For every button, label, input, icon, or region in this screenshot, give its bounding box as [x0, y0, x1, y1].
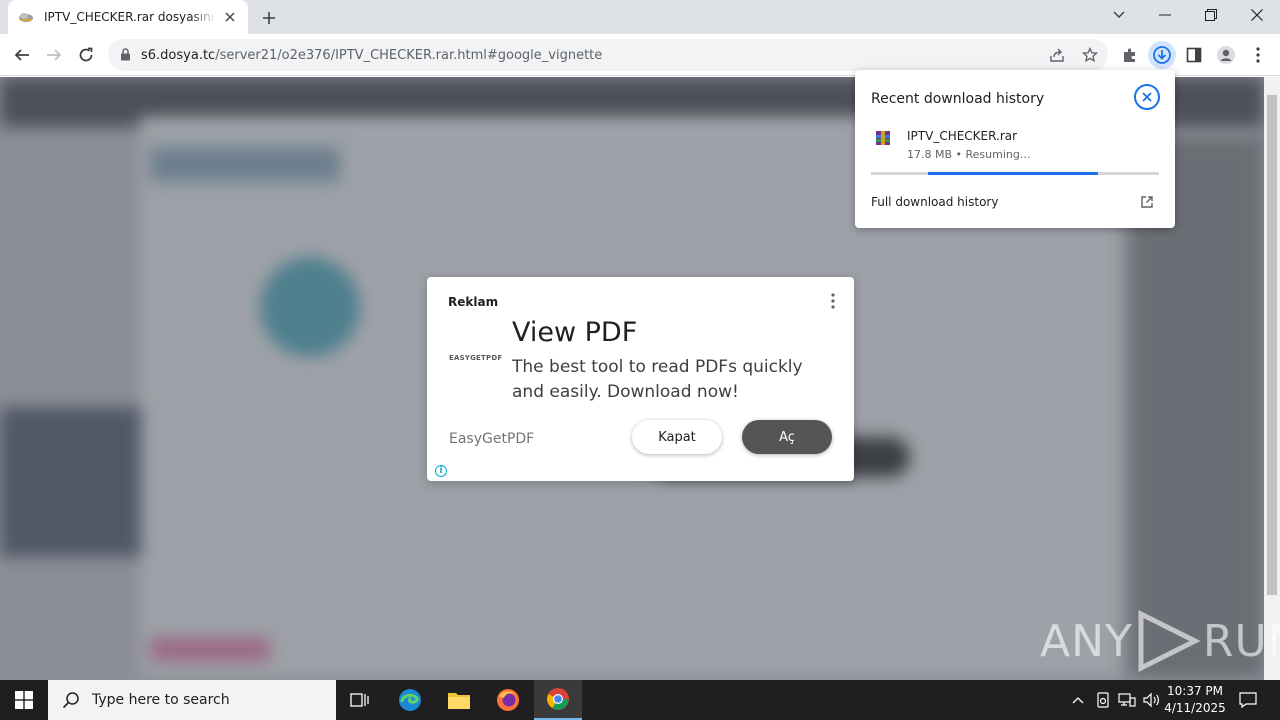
url-host: s6.dosya.tc [141, 47, 216, 63]
tray-device-icon[interactable] [1093, 680, 1113, 720]
taskbar-search-box[interactable]: Type here to search [48, 680, 336, 720]
tab-close-icon[interactable] [222, 9, 238, 25]
download-status: 17.8 MB • Resuming... [907, 148, 1031, 161]
clock-time: 10:37 PM [1167, 684, 1223, 698]
download-bubble: Recent download history IPTV_CHECKER.rar… [855, 70, 1175, 228]
blurred-footer-badge [150, 637, 270, 662]
scrollbar-thumb[interactable] [1267, 95, 1277, 595]
volume-icon[interactable] [1140, 680, 1162, 720]
reload-button[interactable] [72, 41, 100, 69]
clock-date: 4/11/2025 [1164, 701, 1226, 715]
downloads-button[interactable] [1148, 41, 1176, 69]
start-windows-icon[interactable] [0, 680, 48, 720]
anyrun-watermark: ANY RUN [1040, 610, 1280, 672]
ad-advertiser[interactable]: EasyGetPDF [449, 431, 534, 447]
download-bubble-close-icon[interactable] [1134, 84, 1160, 110]
ad-open-button[interactable]: Aç [742, 420, 832, 454]
extensions-puzzle-icon[interactable] [1116, 41, 1144, 69]
file-explorer-icon[interactable] [435, 680, 483, 720]
download-bubble-title: Recent download history [871, 91, 1045, 107]
rar-file-icon [875, 130, 891, 146]
close-window-button[interactable] [1234, 0, 1280, 30]
share-icon[interactable] [1046, 44, 1068, 66]
url-path: /server21/o2e376/IPTV_CHECKER.rar.html#g… [215, 47, 603, 63]
tab-title: IPTV_CHECKER.rar dosyasını indir [44, 10, 216, 24]
download-progress-fill [928, 172, 1098, 175]
chrome-icon[interactable] [534, 680, 582, 720]
open-external-icon[interactable] [1140, 194, 1154, 208]
profile-avatar-icon[interactable] [1212, 41, 1240, 69]
watermark-left-text: ANY [1040, 615, 1133, 667]
tab-strip: IPTV_CHECKER.rar dosyasını indir [0, 0, 1280, 34]
ad-label: Reklam [448, 295, 499, 309]
tab-active[interactable]: IPTV_CHECKER.rar dosyasını indir [8, 0, 248, 34]
tab-search-chevron-icon[interactable] [1096, 0, 1142, 30]
task-view-icon[interactable] [336, 680, 384, 720]
blurred-file-icon [260, 257, 360, 357]
back-button[interactable] [8, 41, 36, 69]
watermark-right-text: RUN [1202, 615, 1280, 667]
taskbar-search-placeholder: Type here to search [92, 692, 230, 708]
new-tab-button[interactable] [258, 7, 280, 29]
forward-button[interactable] [40, 41, 68, 69]
ad-logo[interactable]: EASYGETPDF [449, 354, 502, 362]
full-download-history-link[interactable]: Full download history [871, 195, 998, 209]
blurred-site-logo [150, 147, 340, 182]
play-triangle-icon [1138, 610, 1201, 672]
ad-close-button[interactable]: Kapat [632, 420, 722, 454]
minimize-button[interactable] [1142, 0, 1188, 30]
bookmark-star-icon[interactable] [1079, 44, 1101, 66]
lock-icon[interactable] [120, 46, 131, 65]
address-bar[interactable]: s6.dosya.tc/server21/o2e376/IPTV_CHECKER… [108, 39, 1108, 71]
side-panel-icon[interactable] [1180, 41, 1208, 69]
search-icon [62, 692, 79, 709]
edge-browser-icon[interactable] [386, 680, 434, 720]
ad-description[interactable]: The best tool to read PDFs quickly and e… [512, 355, 832, 405]
ad-vignette-dialog: Reklam EASYGETPDF View PDF The best tool… [427, 277, 854, 481]
taskbar-clock[interactable]: 10:37 PM 4/11/2025 [1160, 683, 1230, 717]
windows-taskbar: Type here to search 10:37 PM 4/11/2025 [0, 680, 1280, 720]
ad-info-icon[interactable]: i [435, 465, 447, 477]
cloud-favicon-icon [18, 9, 34, 25]
download-progress-bar [871, 172, 1159, 175]
notifications-icon[interactable] [1234, 680, 1262, 720]
download-file-name[interactable]: IPTV_CHECKER.rar [907, 129, 1017, 143]
blurred-left-ad [0, 407, 140, 557]
page-scrollbar[interactable] [1264, 77, 1280, 680]
url-text[interactable]: s6.dosya.tc/server21/o2e376/IPTV_CHECKER… [141, 48, 602, 63]
ad-options-kebab-icon[interactable] [825, 291, 841, 311]
restore-button[interactable] [1188, 0, 1234, 30]
network-icon[interactable] [1116, 680, 1138, 720]
firefox-icon[interactable] [484, 680, 532, 720]
ad-headline[interactable]: View PDF [512, 317, 637, 348]
tray-chevron-up-icon[interactable] [1068, 680, 1088, 720]
menu-kebab-icon[interactable] [1244, 41, 1272, 69]
